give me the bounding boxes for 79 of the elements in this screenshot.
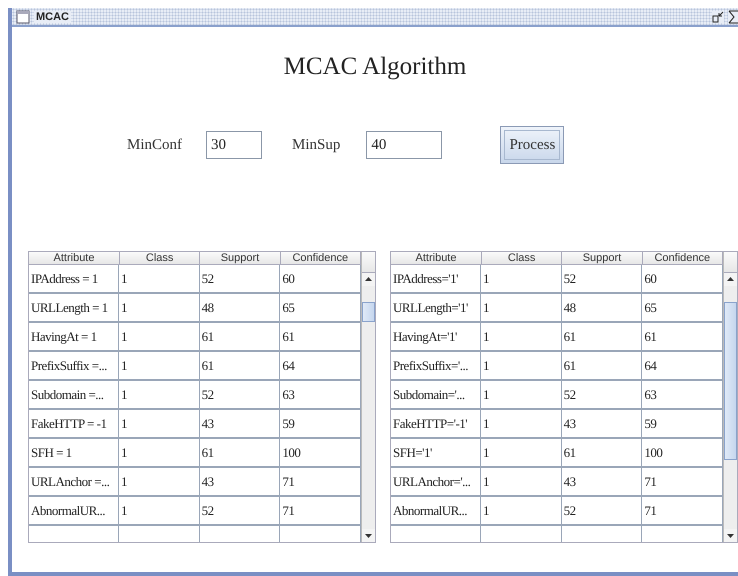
table-cell: PrefixSuffix='... xyxy=(391,352,481,381)
table-cell: 43 xyxy=(200,468,280,497)
table-cell: 52 xyxy=(200,497,280,526)
table-cell: 48 xyxy=(200,294,280,323)
field-label: MinConf xyxy=(127,136,182,154)
column-header[interactable]: Class xyxy=(482,252,562,265)
table-cell: 52 xyxy=(562,265,642,294)
table-cell: URLAnchor =... xyxy=(29,468,119,497)
table-cell: 52 xyxy=(200,265,280,294)
column-header[interactable]: Attribute xyxy=(391,252,482,265)
table-cell: 1 xyxy=(481,439,562,468)
table-cell: 48 xyxy=(562,294,642,323)
table-cell: FakeHTTP = -1 xyxy=(29,410,119,439)
table-cell: 1 xyxy=(481,352,562,381)
scroll-down-icon[interactable] xyxy=(724,529,737,542)
column-header[interactable]: Confidence xyxy=(642,252,723,265)
table-cell: 1 xyxy=(119,410,200,439)
table-cell: 61 xyxy=(200,352,280,381)
table-cell: AbnormalUR... xyxy=(29,497,119,526)
table-cell: PrefixSuffix =... xyxy=(29,352,119,381)
scroll-thumb[interactable] xyxy=(362,302,375,322)
scrollbar[interactable] xyxy=(723,252,737,542)
table-cell: 1 xyxy=(119,265,200,294)
table-cell: 52 xyxy=(562,381,642,410)
table-cell: URLLength = 1 xyxy=(29,294,119,323)
table-cell: 1 xyxy=(119,439,200,468)
window-title: MCAC xyxy=(34,10,71,22)
scroll-up-icon[interactable] xyxy=(724,273,737,286)
table-cell: 1 xyxy=(119,468,200,497)
table-cell: HavingAt = 1 xyxy=(29,323,119,352)
table-cell: URLAnchor='... xyxy=(391,468,481,497)
process-button[interactable]: Process xyxy=(500,126,564,164)
column-header[interactable]: Support xyxy=(562,252,643,265)
window-icon xyxy=(16,10,30,24)
table-cell: 1 xyxy=(481,381,562,410)
scrollbar[interactable] xyxy=(361,252,375,542)
table-cell: IPAddress = 1 xyxy=(29,265,119,294)
table-cell: SFH='1' xyxy=(391,439,481,468)
table-cell: 61 xyxy=(562,323,642,352)
table-cell: 43 xyxy=(562,410,642,439)
table-cell: 61 xyxy=(200,439,280,468)
table-cell: 61 xyxy=(200,323,280,352)
table-cell: 1 xyxy=(119,497,200,526)
column-header[interactable]: Confidence xyxy=(280,252,361,265)
table-cell: 1 xyxy=(481,294,562,323)
table-cell: 1 xyxy=(119,323,200,352)
input-field[interactable]: 40 xyxy=(366,131,442,159)
table-cell: FakeHTTP='-1' xyxy=(391,410,481,439)
column-header[interactable]: Class xyxy=(120,252,200,265)
table-cell: HavingAt='1' xyxy=(391,323,481,352)
table-cell: 1 xyxy=(481,323,562,352)
table-cell: AbnormalUR... xyxy=(391,497,481,526)
table-cell: 52 xyxy=(200,381,280,410)
input-field[interactable]: 30 xyxy=(206,131,262,159)
table-cell: 1 xyxy=(481,468,562,497)
field-label: MinSup xyxy=(292,136,340,154)
scroll-thumb[interactable] xyxy=(724,302,737,460)
table-cell: 52 xyxy=(562,497,642,526)
app-heading: MCAC Algorithm xyxy=(282,53,468,81)
table-cell: 1 xyxy=(481,265,562,294)
table-cell: 1 xyxy=(481,497,562,526)
scroll-down-icon[interactable] xyxy=(362,529,375,542)
table-cell: 1 xyxy=(119,294,200,323)
table-cell: 43 xyxy=(200,410,280,439)
table-cell: IPAddress='1' xyxy=(391,265,481,294)
table-cell: 61 xyxy=(562,439,642,468)
table-cell: 43 xyxy=(562,468,642,497)
restore-icon[interactable] xyxy=(712,10,724,22)
table-cell: 1 xyxy=(481,410,562,439)
column-header[interactable]: Support xyxy=(200,252,281,265)
scroll-up-icon[interactable] xyxy=(362,273,375,286)
column-header[interactable]: Attribute xyxy=(29,252,120,265)
table-cell: 1 xyxy=(119,381,200,410)
table-cell: URLLength='1' xyxy=(391,294,481,323)
table-cell: 61 xyxy=(562,352,642,381)
table-cell: Subdomain =... xyxy=(29,381,119,410)
table-cell: Subdomain='... xyxy=(391,381,481,410)
table-cell: SFH = 1 xyxy=(29,439,119,468)
table-cell: 1 xyxy=(119,352,200,381)
